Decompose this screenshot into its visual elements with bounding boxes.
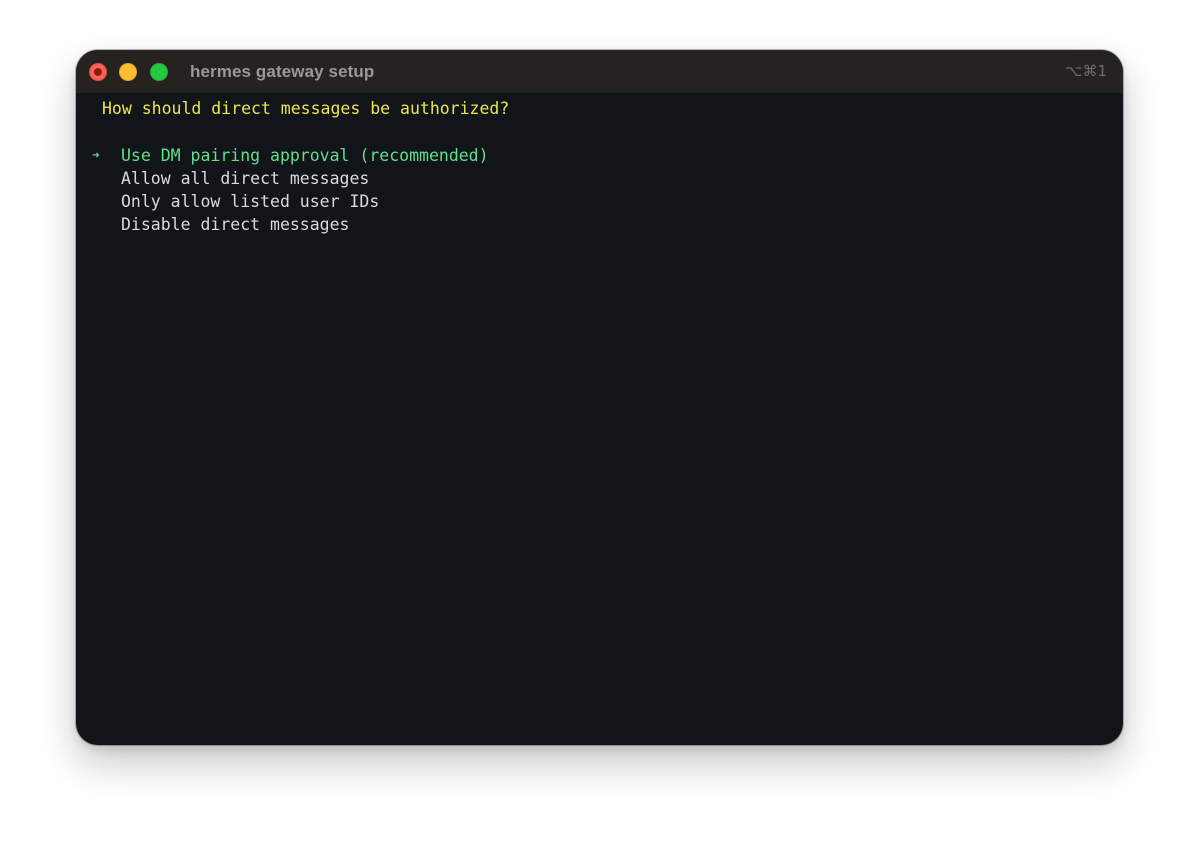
close-button[interactable] [89,63,107,81]
terminal-content[interactable]: How should direct messages be authorized… [76,93,1123,745]
terminal-window: hermes gateway setup ⌥⌘1 How should dire… [76,50,1123,745]
menu-option-allowlist[interactable]: Only allow listed user IDs [121,190,379,213]
menu-option-allow-all[interactable]: Allow all direct messages [121,167,369,190]
title-bar[interactable]: hermes gateway setup ⌥⌘1 [76,50,1123,93]
minimize-button[interactable] [119,63,137,81]
window-title: hermes gateway setup [190,62,375,81]
selection-arrow-icon: ➔ [92,148,100,163]
zoom-button[interactable] [150,63,168,81]
menu-option-dm-pairing[interactable]: Use DM pairing approval (recommended) [121,144,489,167]
window-shortcut: ⌥⌘1 [1065,62,1107,80]
prompt-question: How should direct messages be authorized… [102,99,510,118]
menu-option-disable[interactable]: Disable direct messages [121,213,349,236]
close-icon [94,68,102,76]
